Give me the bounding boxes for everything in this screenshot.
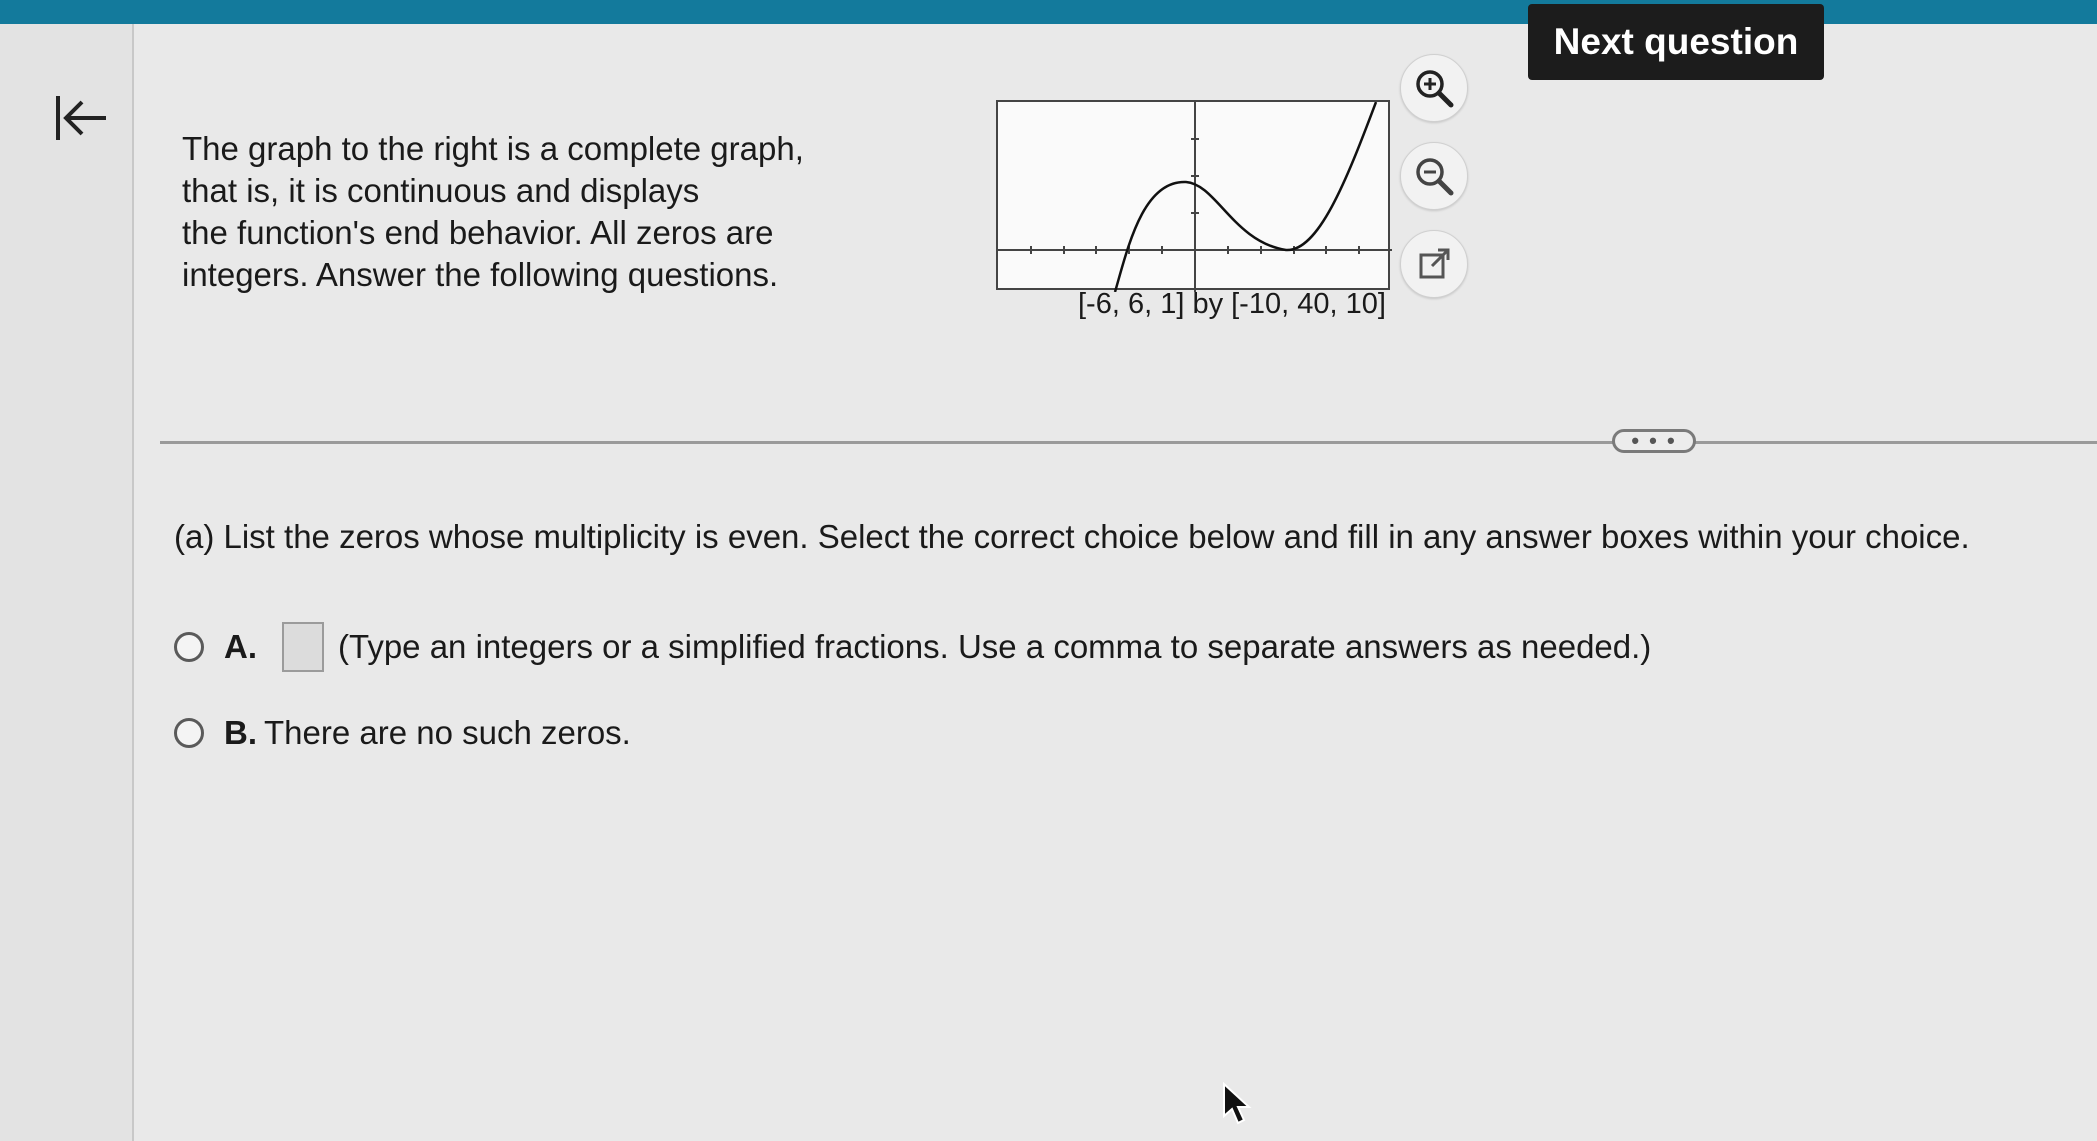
choice-a: A. (Type an integers or a simplified fra… bbox=[174, 622, 1651, 672]
choice-b: B. There are no such zeros. bbox=[174, 714, 631, 752]
choice-a-answer-input[interactable] bbox=[282, 622, 324, 672]
choice-b-letter: B. bbox=[224, 714, 257, 751]
expand-more-button[interactable]: • • • bbox=[1612, 429, 1696, 453]
open-graph-window-button[interactable] bbox=[1400, 230, 1468, 298]
question-part-a: (a) List the zeros whose multiplicity is… bbox=[174, 518, 1970, 555]
choice-a-radio[interactable] bbox=[174, 632, 204, 662]
choice-a-instructions: (Type an integers or a simplified fracti… bbox=[338, 628, 1652, 665]
zoom-in-icon bbox=[1416, 70, 1454, 108]
arrow-left-to-bar-icon bbox=[56, 96, 106, 140]
zoom-in-button[interactable] bbox=[1400, 54, 1468, 122]
intro-line: integers. Answer the following questions… bbox=[182, 256, 779, 293]
intro-line: The graph to the right is a complete gra… bbox=[182, 130, 804, 167]
back-to-start-button[interactable] bbox=[44, 82, 116, 154]
mouse-pointer-icon bbox=[1223, 1082, 1252, 1125]
zoom-out-button[interactable] bbox=[1400, 142, 1468, 210]
intro-line: the function's end behavior. All zeros a… bbox=[182, 214, 774, 251]
choice-b-radio[interactable] bbox=[174, 718, 204, 748]
graph-curve bbox=[1113, 102, 1378, 292]
choice-b-text: There are no such zeros. bbox=[264, 714, 631, 751]
section-divider bbox=[160, 441, 2097, 444]
next-question-button[interactable]: Next question bbox=[1528, 4, 1824, 80]
choice-a-letter: A. bbox=[224, 628, 257, 665]
zoom-out-icon bbox=[1416, 158, 1454, 196]
external-link-icon bbox=[1419, 248, 1450, 279]
function-graph bbox=[996, 100, 1392, 292]
left-rail bbox=[0, 24, 134, 1141]
graph-window-caption: [-6, 6, 1] by [-10, 40, 10] bbox=[1078, 288, 1386, 320]
problem-intro: The graph to the right is a complete gra… bbox=[182, 128, 862, 296]
intro-line: that is, it is continuous and displays bbox=[182, 172, 700, 209]
